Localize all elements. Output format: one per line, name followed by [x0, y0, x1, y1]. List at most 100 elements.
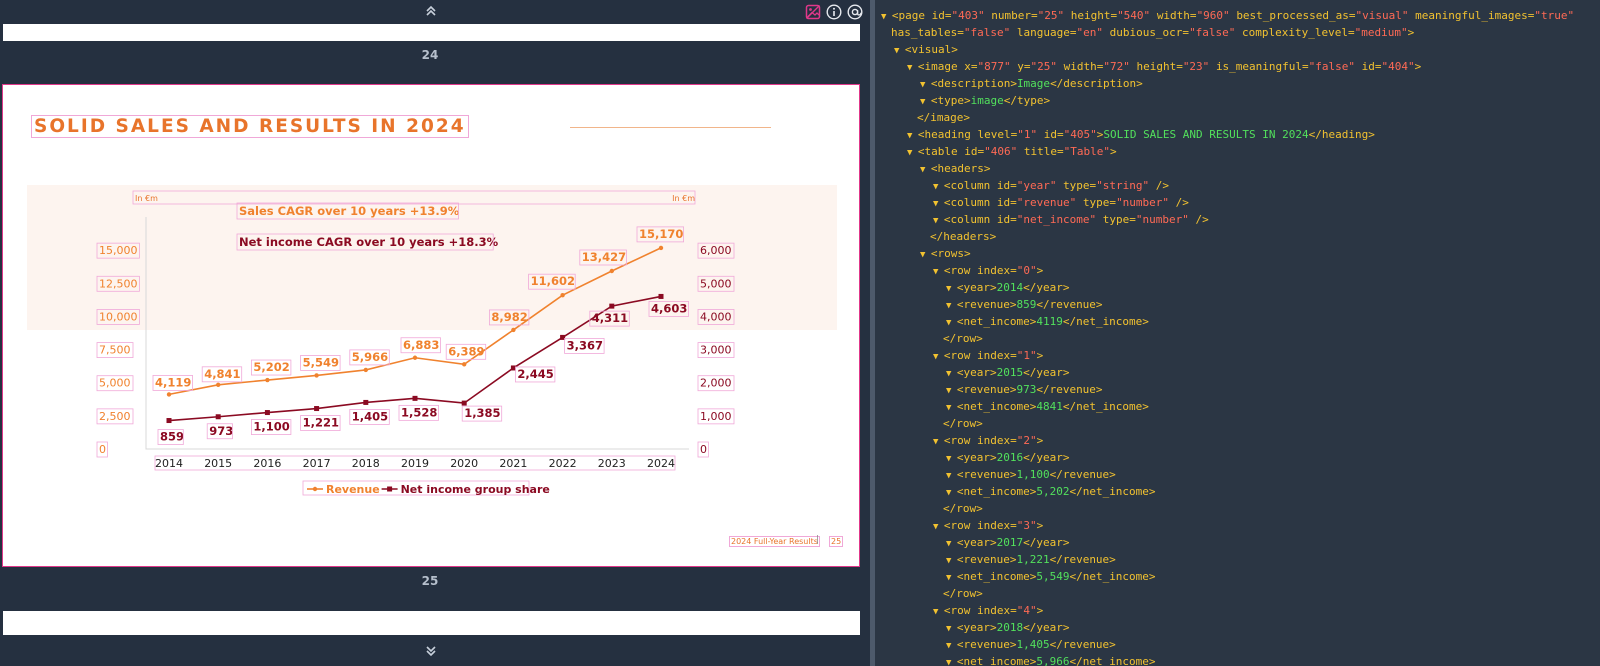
collapse-triangle-icon[interactable]: ▼ [933, 199, 944, 209]
collapse-triangle-icon[interactable]: ▼ [946, 403, 957, 413]
collapse-triangle-icon[interactable]: ▼ [894, 46, 905, 56]
slide-page-25[interactable]: SOLID SALES AND RESULTS IN 2024 In €m In … [2, 84, 860, 567]
collapse-triangle-icon[interactable]: ▼ [946, 386, 957, 396]
x-axis-tick-label: 2015 [204, 457, 232, 470]
at-sign-icon[interactable] [847, 4, 863, 20]
right-axis-tick-label: 0 [700, 443, 707, 456]
xml-line[interactable]: </image> [917, 109, 970, 126]
collapse-triangle-icon[interactable]: ▼ [933, 607, 944, 617]
xml-line[interactable]: </row> [943, 500, 983, 517]
revenue-data-label: 6,883 [403, 338, 439, 352]
collapse-triangle-icon[interactable]: ▼ [907, 131, 918, 141]
xml-attribute-name: height= [1070, 9, 1118, 22]
xml-tag: <year> [956, 281, 997, 294]
xml-line[interactable]: has_tables="false" language="en" dubious… [891, 24, 1414, 41]
x-axis-tick-label: 2019 [401, 457, 429, 470]
xml-attribute-value: "403" [951, 9, 992, 22]
net-income-data-label: 1,405 [352, 409, 388, 423]
net-income-point [658, 293, 664, 299]
xml-attribute-value: "visual" [1355, 9, 1416, 22]
double-chevron-up-icon[interactable] [421, 4, 441, 21]
collapse-triangle-icon[interactable]: ▼ [946, 539, 957, 549]
page-24-thumbnail[interactable] [3, 24, 860, 41]
revenue-data-label: 4,119 [155, 375, 191, 389]
right-axis-tick-label: 5,000 [700, 277, 732, 290]
revenue-point [363, 367, 368, 373]
xml-text-value: Image [1016, 77, 1051, 90]
xml-tag: <revenue> [956, 383, 1017, 396]
right-axis-tick-label: 6,000 [700, 244, 732, 257]
xml-attribute-name: id= [931, 9, 952, 22]
xml-tag: </revenue> [1049, 468, 1116, 481]
xml-tag: > [1407, 26, 1415, 39]
left-axis-tick-label: 12,500 [99, 277, 138, 290]
xml-line[interactable]: ▼ <net_income>5,966</net_income> [946, 653, 1156, 666]
collapse-triangle-icon[interactable]: ▼ [946, 301, 957, 311]
info-icon[interactable] [826, 4, 842, 20]
collapse-triangle-icon[interactable]: ▼ [946, 369, 957, 379]
collapse-triangle-icon[interactable]: ▼ [946, 658, 957, 666]
collapse-triangle-icon[interactable]: ▼ [946, 641, 957, 651]
xml-line[interactable]: </row> [943, 330, 983, 347]
xml-tag: </description> [1050, 77, 1143, 90]
xml-tag: > [1036, 434, 1044, 447]
xml-line[interactable]: </row> [943, 585, 983, 602]
xml-tag: </net_income> [1069, 485, 1156, 498]
xml-attribute-name: id= [1361, 60, 1382, 73]
xml-line[interactable]: </headers> [930, 228, 996, 245]
xml-attribute-value: "number" [1116, 196, 1176, 209]
collapse-triangle-icon[interactable]: ▼ [933, 437, 944, 447]
collapse-triangle-icon[interactable]: ▼ [920, 97, 931, 107]
collapse-triangle-icon[interactable]: ▼ [933, 522, 944, 532]
xml-attribute-name: x= [964, 60, 978, 73]
double-chevron-down-icon[interactable] [421, 644, 441, 661]
collapse-triangle-icon[interactable]: ▼ [946, 318, 957, 328]
collapse-triangle-icon[interactable]: ▼ [946, 454, 957, 464]
xml-tag: > [1414, 60, 1422, 73]
collapse-triangle-icon[interactable]: ▼ [946, 573, 957, 583]
xml-line[interactable]: </row> [943, 415, 983, 432]
collapse-triangle-icon[interactable]: ▼ [907, 148, 918, 158]
xml-tag: /> [1175, 196, 1189, 209]
footer-separator: | [816, 535, 820, 545]
xml-tag: </heading> [1308, 128, 1375, 141]
xml-tag: </year> [1023, 451, 1070, 464]
xml-tag: <year> [956, 366, 997, 379]
xml-attribute-value: "false" [1189, 26, 1243, 39]
collapse-triangle-icon[interactable]: ▼ [946, 556, 957, 566]
xml-attribute-name: height= [1136, 60, 1183, 73]
collapse-triangle-icon[interactable]: ▼ [933, 352, 944, 362]
xml-tag: <image [917, 60, 965, 73]
collapse-triangle-icon[interactable]: ▼ [920, 250, 931, 260]
xml-tag: /> [1195, 213, 1209, 226]
collapse-triangle-icon[interactable]: ▼ [907, 63, 918, 73]
page-26-thumbnail[interactable] [3, 611, 860, 635]
xml-tag: <table [917, 145, 965, 158]
xml-text-value: 5,202 [1036, 485, 1070, 498]
xml-attribute-value: "Table" [1063, 145, 1110, 158]
net-income-point [363, 399, 369, 405]
collapse-triangle-icon[interactable]: ▼ [946, 284, 957, 294]
collapse-triangle-icon[interactable]: ▼ [933, 267, 944, 277]
collapse-triangle-icon[interactable]: ▼ [946, 488, 957, 498]
revenue-point [314, 373, 319, 378]
xml-attribute-name: id= [1043, 128, 1064, 141]
xml-tag: <revenue> [956, 468, 1017, 481]
collapse-triangle-icon[interactable]: ▼ [920, 80, 931, 90]
collapse-triangle-icon[interactable]: ▼ [946, 471, 957, 481]
xml-attribute-value: "540" [1117, 9, 1157, 22]
collapse-triangle-icon[interactable]: ▼ [881, 12, 892, 22]
xml-tag: </row> [943, 502, 983, 515]
collapse-triangle-icon[interactable]: ▼ [933, 216, 944, 226]
xml-tag: <column [943, 179, 997, 192]
xml-tag: </net_income> [1069, 570, 1156, 583]
image-toggle-icon[interactable] [805, 4, 821, 20]
xml-attribute-name: type= [1102, 213, 1136, 226]
xml-attribute-name: type= [1082, 196, 1117, 209]
collapse-triangle-icon[interactable]: ▼ [920, 165, 931, 175]
collapse-triangle-icon[interactable]: ▼ [946, 624, 957, 634]
collapse-triangle-icon[interactable]: ▼ [933, 182, 944, 192]
xml-attribute-value: "406" [984, 145, 1024, 158]
xml-attribute-name: id= [964, 145, 985, 158]
xml-text-value: 2015 [996, 366, 1024, 379]
